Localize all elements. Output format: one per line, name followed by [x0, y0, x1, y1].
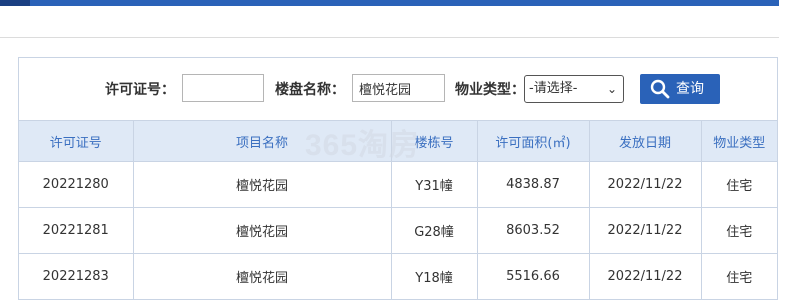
cell-permit-area: 8603.52	[476, 207, 590, 254]
cell-permit-area: 5516.66	[476, 253, 590, 300]
column-header-issue-date: 发放日期	[589, 120, 702, 162]
cell-property-type: 住宅	[700, 161, 777, 208]
cell-project-name: 檀悦花园	[132, 207, 392, 254]
cell-issue-date: 2022/11/22	[588, 161, 702, 208]
permit-table: 许可证号 项目名称 楼栋号 许可面积(㎡) 发放日期 物业类型 20221280…	[19, 120, 777, 300]
column-header-property-type: 物业类型	[701, 120, 777, 162]
cell-building-number: Y31幢	[390, 161, 478, 208]
query-button-label: 查询	[676, 81, 704, 97]
cell-issue-date: 2022/11/22	[588, 253, 702, 300]
project-name-input[interactable]	[352, 74, 445, 102]
chevron-down-icon: ⌄	[606, 82, 617, 96]
property-type-select[interactable]: -请选择- ⌄	[524, 75, 624, 103]
search-icon	[650, 79, 670, 99]
table-header-row: 许可证号 项目名称 楼栋号 许可面积(㎡) 发放日期 物业类型	[19, 120, 777, 162]
column-header-permit-number: 许可证号	[19, 120, 134, 162]
column-header-permit-area: 许可面积(㎡)	[477, 120, 590, 162]
cell-project-name: 檀悦花园	[132, 253, 392, 300]
permit-number-input[interactable]	[182, 74, 264, 102]
cell-permit-area: 4838.87	[476, 161, 590, 208]
search-form: 许可证号： 楼盘名称： 物业类型： -请选择- ⌄ 查询	[19, 58, 777, 120]
permit-search-panel: 许可证号： 楼盘名称： 物业类型： -请选择- ⌄ 查询 许可证号 项目名称 楼…	[18, 57, 778, 300]
cell-permit-number: 20221281	[19, 207, 134, 254]
cell-issue-date: 2022/11/22	[588, 207, 702, 254]
cell-property-type: 住宅	[700, 253, 777, 300]
cell-building-number: Y18幢	[390, 253, 478, 300]
property-type-label: 物业类型：	[455, 82, 525, 98]
top-accent-bar	[0, 0, 779, 6]
table-row: 20221281 檀悦花园 G28幢 8603.52 2022/11/22 住宅	[19, 207, 777, 254]
cell-building-number: G28幢	[390, 207, 478, 254]
table-row: 20221280 檀悦花园 Y31幢 4838.87 2022/11/22 住宅	[19, 161, 777, 208]
cell-property-type: 住宅	[700, 207, 777, 254]
cell-project-name: 檀悦花园	[132, 161, 392, 208]
table-row: 20221283 檀悦花园 Y18幢 5516.66 2022/11/22 住宅	[19, 253, 777, 300]
cell-permit-number: 20221280	[19, 161, 134, 208]
project-name-label: 楼盘名称：	[275, 82, 345, 98]
column-header-project-name: 项目名称	[133, 120, 392, 162]
top-accent-bar-dark	[0, 0, 30, 6]
query-button[interactable]: 查询	[640, 74, 720, 104]
column-header-building-number: 楼栋号	[391, 120, 478, 162]
property-type-selected: -请选择-	[529, 81, 578, 96]
cell-permit-number: 20221283	[19, 253, 134, 300]
permit-number-label: 许可证号：	[105, 82, 175, 98]
header-divider	[0, 37, 779, 38]
